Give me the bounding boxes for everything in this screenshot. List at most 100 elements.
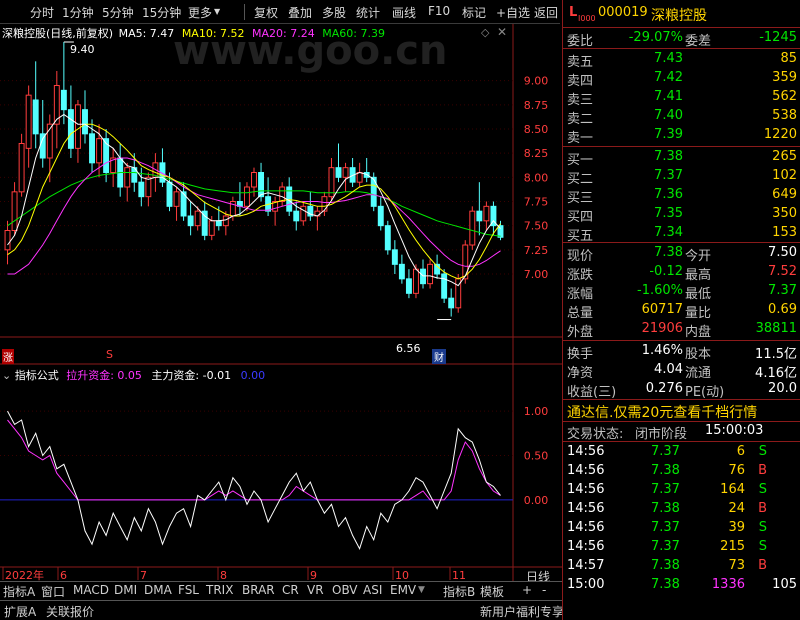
candle[interactable]	[455, 274, 462, 313]
candle[interactable]	[11, 182, 18, 236]
candle[interactable]	[145, 172, 152, 207]
candle[interactable]	[279, 182, 286, 207]
candle[interactable]	[405, 269, 412, 299]
candle[interactable]	[349, 158, 356, 187]
tab-more[interactable]: 更多	[188, 4, 212, 21]
remove-tab-button[interactable]: -	[542, 583, 546, 597]
candle[interactable]	[377, 196, 384, 231]
promo-link[interactable]: 新用户福利专享	[480, 603, 564, 620]
candle[interactable]	[236, 182, 243, 216]
indicator-legend[interactable]: ⌄ 指标公式 拉升资金: 0.05 主力资金: -0.01 0.00	[2, 367, 265, 383]
candle[interactable]	[18, 133, 25, 197]
tab-fenshi[interactable]: 分时	[30, 4, 54, 21]
overlay-button[interactable]: 叠加	[288, 4, 312, 21]
chevron-down-icon[interactable]: ⌄	[2, 369, 11, 382]
candle[interactable]	[201, 201, 208, 241]
tab-emv[interactable]: EMV	[390, 583, 416, 597]
candle[interactable]	[469, 206, 476, 250]
candle[interactable]	[187, 201, 194, 236]
y-tick-label: 8.75	[524, 99, 549, 112]
candle[interactable]	[286, 177, 293, 216]
ma5-line	[7, 113, 501, 287]
candle[interactable]	[25, 85, 32, 168]
candle[interactable]	[117, 143, 124, 197]
candle[interactable]	[321, 191, 328, 216]
candle[interactable]	[272, 196, 279, 226]
limit-up-badge[interactable]: 涨	[2, 349, 14, 364]
add-favorite-button[interactable]: +自选	[496, 4, 530, 21]
f10-button[interactable]: F10	[428, 4, 450, 18]
tick-time: 15:00	[567, 577, 605, 592]
back-button[interactable]: 返回	[534, 4, 558, 21]
candle[interactable]	[300, 201, 307, 226]
candle[interactable]	[159, 148, 166, 187]
add-tab-button[interactable]: +	[522, 583, 532, 597]
diamond-icon[interactable]: ◇	[481, 26, 489, 39]
fund-label: 净资	[567, 366, 594, 381]
candle[interactable]	[384, 220, 391, 255]
top-toolbar: 分时 1分钟 5分钟 15分钟 更多 ▼ 复权 叠加 多股 统计 画线 F10 …	[0, 0, 560, 24]
related-quote-button[interactable]: 关联报价	[46, 603, 94, 620]
fuquan-button[interactable]: 复权	[254, 4, 278, 21]
candle[interactable]	[307, 191, 314, 221]
extension-a-button[interactable]: 扩展A	[4, 603, 36, 620]
candle[interactable]	[60, 42, 67, 125]
weibi-row: 委比 -29.07% 委差 -1245	[563, 29, 800, 49]
candle[interactable]	[32, 61, 39, 149]
candle[interactable]	[363, 158, 370, 183]
candle[interactable]	[328, 158, 335, 202]
tab-fsl[interactable]: FSL	[178, 583, 199, 597]
tab-window[interactable]: 窗口	[41, 583, 65, 600]
candle[interactable]	[82, 90, 88, 144]
candle[interactable]	[39, 100, 46, 168]
tab-macd[interactable]: MACD	[73, 583, 109, 597]
candle[interactable]	[356, 162, 363, 187]
tab-indicator-b[interactable]: 指标B	[443, 583, 475, 600]
candle[interactable]	[173, 187, 180, 221]
candle[interactable]	[391, 240, 398, 274]
tick-side: S	[758, 520, 767, 535]
multi-stock-button[interactable]: 多股	[322, 4, 346, 21]
chart-area[interactable]: 9.00 8.75 8.50 8.25 8.00 7.75 7.50 7.25 7.00 1.0…	[0, 24, 562, 596]
tab-dma[interactable]: DMA	[144, 583, 172, 597]
tab-brar[interactable]: BRAR	[242, 583, 275, 597]
candle[interactable]	[124, 162, 131, 202]
tab-vr[interactable]: VR	[307, 583, 324, 597]
chevron-down-icon[interactable]: ▼	[418, 585, 425, 595]
candle[interactable]	[53, 71, 60, 149]
promo-text[interactable]: 通达信.仅需20元查看千档行情	[567, 402, 757, 422]
stat-value: 7.37	[768, 283, 797, 298]
candle[interactable]	[67, 85, 74, 159]
candle[interactable]	[314, 206, 321, 231]
finance-badge[interactable]: 财	[432, 349, 446, 364]
candle[interactable]	[427, 259, 434, 289]
tab-obv[interactable]: OBV	[332, 583, 358, 597]
candle[interactable]	[342, 162, 349, 192]
tab-1min[interactable]: 1分钟	[62, 4, 94, 21]
candle[interactable]	[335, 143, 342, 183]
tab-asi[interactable]: ASI	[363, 583, 382, 597]
tick-volume: 39	[728, 520, 745, 535]
chart-canvas[interactable]: 9.00 8.75 8.50 8.25 8.00 7.75 7.50 7.25 7.00 1.0…	[0, 24, 562, 596]
tab-trix[interactable]: TRIX	[206, 583, 233, 597]
candle[interactable]	[441, 269, 448, 303]
chevron-down-icon[interactable]: ▼	[214, 7, 220, 16]
tab-dmi[interactable]: DMI	[114, 583, 137, 597]
candle[interactable]	[398, 254, 405, 284]
candle[interactable]	[476, 182, 483, 236]
tab-template[interactable]: 模板	[480, 583, 504, 600]
indicator-tabs: 指标A 窗口 MACD DMI DMA FSL TRIX BRAR CR VR …	[0, 581, 562, 599]
promo-banner[interactable]: 通达信.仅需20元查看千档行情	[563, 401, 800, 421]
tab-15min[interactable]: 15分钟	[142, 4, 181, 21]
tab-cr[interactable]: CR	[282, 583, 299, 597]
statistics-button[interactable]: 统计	[356, 4, 380, 21]
candle[interactable]	[448, 288, 455, 317]
close-icon[interactable]: ✕	[497, 25, 507, 39]
tab-indicator-a[interactable]: 指标A	[3, 583, 35, 600]
mark-button[interactable]: 标记	[462, 4, 486, 21]
draw-line-button[interactable]: 画线	[392, 4, 416, 21]
candle[interactable]	[110, 148, 117, 187]
bid-label: 买二	[567, 172, 594, 187]
indicator-name[interactable]: 指标公式	[15, 369, 59, 382]
tab-5min[interactable]: 5分钟	[102, 4, 134, 21]
